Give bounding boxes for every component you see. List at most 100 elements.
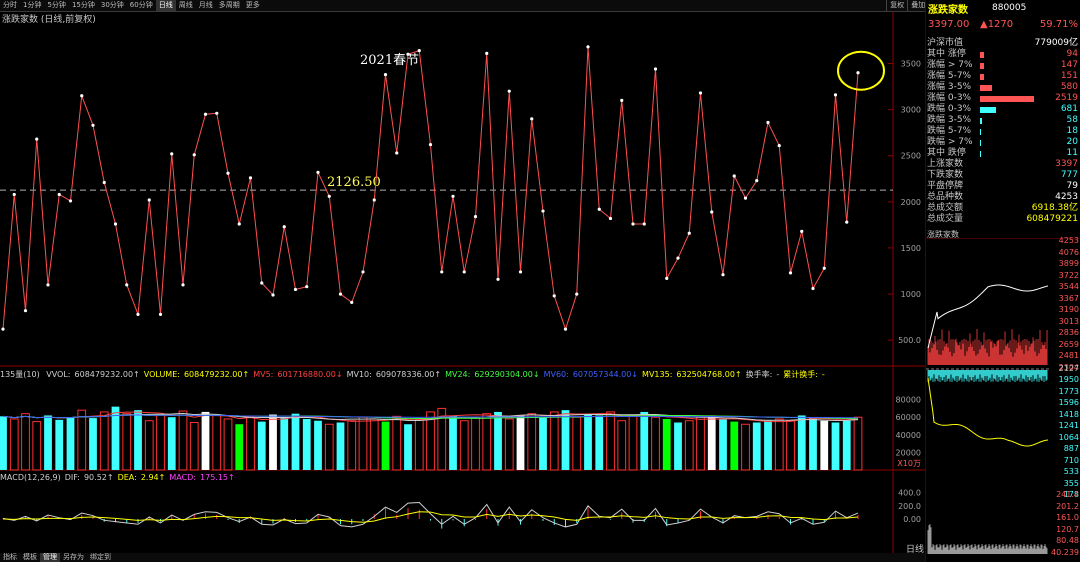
volume-bar [674,422,682,470]
volume-ma-60-line [2,414,859,419]
mini-axis-label: 2836 [1058,328,1079,337]
volume-bar [291,413,300,470]
data-point [46,283,50,287]
breadth-row-label: 跌幅 3-5% [927,115,972,125]
data-point [676,256,680,260]
breadth-row-bar [980,74,984,80]
breadth-row-value: 6918.38亿 [1031,203,1078,213]
data-point [361,270,365,274]
volume-bar [167,417,176,470]
mini-axis-label: 3544 [1058,282,1079,291]
data-point [665,276,669,280]
breadth-row-bar [980,151,981,157]
volume-bar [797,415,806,470]
mini-axis-label: 241.4 [1056,490,1079,499]
volume-bar [628,414,638,471]
breadth-row: 涨幅 0-3% 2519 [926,93,1080,104]
volume-bar [539,417,547,470]
breadth-row-label: 上涨家数 [927,159,964,169]
mini-axis-label: 161.0 [1056,513,1079,522]
breadth-row-value: 4253 [1055,192,1078,202]
volume-bar [719,418,727,470]
bottom-tab-3[interactable]: 另存为 [60,553,87,562]
volume-y-tick-label: X10万 [897,459,921,468]
volume-bar [134,410,142,470]
breadth-row-label: 其中 涨停 [927,49,966,59]
breadth-row-value: 580 [1060,82,1078,92]
breadth-row: 其中 跌停 11 [926,148,1080,159]
volume-legend-value-5: 607057344.00↓ [572,370,639,379]
mini-axis-label: 1596 [1058,398,1079,407]
data-point [57,192,61,197]
y-tick-label: 1500 [901,244,921,253]
volume-bar [189,421,199,471]
bottom-tab-2[interactable]: 管理 [40,553,60,562]
volume-bar [21,413,30,471]
volume-legend-value-8: - [821,370,825,379]
mini-axis-label: 710 [1063,455,1079,465]
data-point [563,327,568,331]
volume-bar [561,410,570,470]
volume-bar [302,418,311,470]
bottom-tab-0[interactable]: 指标 [0,553,20,562]
data-point [372,198,376,202]
data-point [721,273,725,277]
mini-axis-label: 120.7 [1056,524,1079,534]
volume-y-tick-label: 80000 [896,396,921,405]
data-point [293,287,298,292]
volume-bar [280,417,289,470]
breadth-row-label: 涨幅 3-5% [927,82,972,92]
y-tick-label: 2000 [901,198,921,207]
volume-bar [516,415,525,470]
bottom-tab-4[interactable]: 绑定到 [87,553,114,562]
data-point [518,270,523,274]
volume-y-tick-label: 60000 [896,413,921,422]
data-point [856,71,860,75]
breadth-row-value: 681 [1060,104,1078,114]
macd-legend-value-2: 2.94↑ [140,473,166,482]
mini-axis-label: 201.2 [1056,501,1079,511]
data-point [800,229,804,233]
volume-bar [572,416,582,471]
volume-bar [235,424,244,470]
breadth-row: 涨幅 5-7% 151 [926,71,1080,82]
data-point [406,52,410,56]
breadth-row-value: 18 [1066,126,1078,136]
volume-bar [741,423,750,471]
volume-bar [66,417,75,470]
macd-legend: MACD(12,26,9) DIF: 90.52↑ DEA: 2.94↑ MACD: 175… [0,473,925,482]
volume-legend-label-0: VVOL: [46,370,71,379]
breadth-row-label: 下跌家数 [927,170,964,180]
breadth-row-label: 跌幅 > 7% [927,137,973,147]
breadth-row: 沪深市值 779009亿 [926,38,1080,49]
data-point [710,210,714,214]
data-point [158,312,163,316]
breadth-row: 平盘停牌 79 [926,181,1080,192]
breadth-row-label: 总成交量 [927,214,964,224]
data-point [192,153,196,157]
breadth-row: 总成交量 608479221 [926,214,1080,225]
data-point [552,294,556,298]
breadth-row: 上涨家数 3397 [926,159,1080,170]
mini-axis-label: 1241 [1058,421,1079,430]
mini-axis-label: 2481 [1058,351,1079,360]
y-tick-label: 500.0 [898,336,921,345]
volume-bar [640,411,649,470]
chart-canvas[interactable]: 3500 3000 2500 2000 1500 1000 500.0 80000 60000 4… [0,0,925,553]
volume-bar [0,416,7,470]
breadth-row-label: 跌幅 5-7% [927,126,972,136]
data-point [350,300,354,304]
volume-bar [809,417,817,470]
data-point [102,180,106,185]
change-percent: 59.71% [1039,19,1078,30]
volume-bar [381,421,390,470]
mini-axis-label: 4076 [1058,247,1079,257]
volume-bar [246,416,255,471]
data-point [417,48,421,53]
y-tick-label: 3500 [901,60,921,69]
volume-bar [707,415,716,470]
breadth-row-bar [980,118,982,124]
data-point [35,137,39,141]
bottom-tab-1[interactable]: 模板 [20,553,40,562]
volume-bar [617,420,627,471]
